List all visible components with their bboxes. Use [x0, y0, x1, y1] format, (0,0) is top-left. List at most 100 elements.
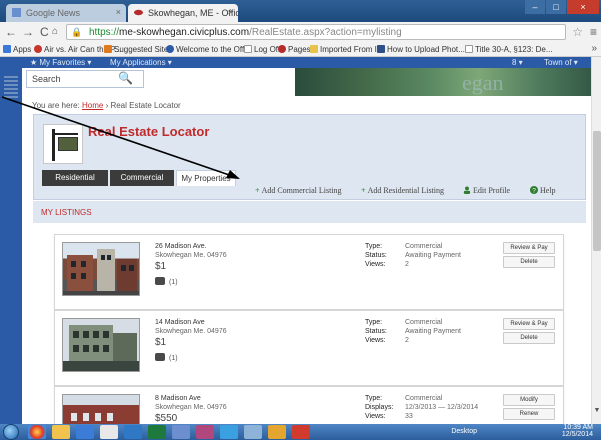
window-taskbar-icon[interactable]	[172, 425, 190, 439]
close-window-icon[interactable]: ×	[567, 0, 599, 14]
civicplus-icon	[134, 9, 143, 16]
close-tab-icon[interactable]: ×	[116, 7, 121, 17]
review-pay-button[interactable]: Review & Pay	[503, 318, 555, 330]
start-button-icon[interactable]	[3, 424, 19, 440]
modify-button[interactable]: Modify	[503, 394, 555, 406]
delete-button[interactable]: Delete	[503, 256, 555, 268]
bookmark-favicon-icon	[34, 45, 42, 53]
photo-count: (1)	[155, 353, 178, 362]
breadcrumb-home-link[interactable]: Home	[82, 101, 103, 110]
reload-icon[interactable]: C	[40, 25, 49, 39]
listing-price: $1	[155, 261, 167, 272]
svg-text:?: ?	[532, 187, 536, 194]
clock[interactable]: 10:39 AM 12/5/2014	[562, 424, 593, 438]
edit-profile-link[interactable]: Edit Profile	[463, 186, 510, 195]
folder-taskbar-icon[interactable]	[100, 425, 118, 439]
plus-icon: +	[255, 186, 260, 195]
app-taskbar-icon[interactable]	[292, 425, 310, 439]
bookmarks-bar: Apps Air vs. Air Can the P... Suggested …	[0, 42, 601, 57]
bookmark-star-icon[interactable]: ☆	[572, 25, 583, 39]
excel-taskbar-icon[interactable]	[148, 425, 166, 439]
app-taskbar-icon[interactable]	[268, 425, 286, 439]
scrollbar-thumb[interactable]	[593, 131, 601, 251]
bookmark-log-off[interactable]: Log Off	[244, 44, 280, 55]
google-news-icon	[12, 8, 21, 17]
listing-card: 14 Madison Ave Skowhegan Me. 04976 $1 (1)…	[54, 310, 564, 386]
my-favorites-menu[interactable]: ★ My Favorites ▾	[30, 58, 91, 67]
bookmark-pages[interactable]: Pages	[278, 44, 311, 55]
tab-commercial[interactable]: Commercial	[110, 170, 174, 186]
tab-title: Skowhegan, ME - Official	[148, 8, 238, 18]
ie-taskbar-icon[interactable]	[220, 425, 238, 439]
word-taskbar-icon[interactable]	[124, 425, 142, 439]
windows-taskbar: Desktop 10:39 AM 12/5/2014	[0, 424, 601, 440]
camera-icon	[155, 277, 165, 285]
apps-grid-icon	[3, 45, 11, 53]
add-residential-listing-link[interactable]: + Add Residential Listing	[361, 186, 444, 195]
back-arrow-icon[interactable]: ←	[5, 25, 17, 39]
minimize-icon[interactable]: –	[525, 0, 545, 14]
page-title: Real Estate Locator	[88, 124, 210, 139]
scroll-down-icon[interactable]: ▼	[593, 407, 601, 419]
url-path: /RealEstate.aspx?action=mylisting	[249, 27, 402, 38]
user-icon	[463, 186, 471, 194]
add-commercial-listing-link[interactable]: + Add Commercial Listing	[255, 186, 342, 195]
chrome-taskbar-icon[interactable]	[28, 425, 46, 439]
listing-photo[interactable]	[62, 318, 140, 372]
url-host: me-skowhegan.civicplus.com	[119, 27, 250, 38]
browser-tab-skowhegan[interactable]: Skowhegan, ME - Official ×	[128, 4, 238, 22]
bookmark-favicon-icon	[104, 45, 112, 53]
network-taskbar-icon[interactable]	[244, 425, 262, 439]
bookmark-title-30a[interactable]: Title 30-A, §123: De...	[465, 44, 553, 55]
renew-button[interactable]: Renew	[503, 408, 555, 420]
outlook-taskbar-icon[interactable]	[76, 425, 94, 439]
browser-tab-google-news[interactable]: Google News ×	[6, 4, 126, 22]
help-link[interactable]: ? Help	[530, 186, 556, 195]
listing-photo[interactable]	[62, 242, 140, 296]
bookmark-suggested-sites[interactable]: Suggested Sites	[104, 44, 172, 55]
more-bookmarks-icon[interactable]: »	[591, 43, 597, 54]
browser-tab-strip: Google News × Skowhegan, ME - Official ×…	[0, 0, 601, 22]
real-estate-sign-icon	[43, 124, 83, 164]
search-placeholder: Search	[32, 74, 61, 84]
lock-icon: 🔒	[71, 27, 83, 37]
tab-title: Google News	[26, 8, 81, 18]
site-search-input[interactable]: Search 🔍	[26, 70, 144, 88]
bookmark-upload-photos[interactable]: How to Upload Phot...	[377, 44, 465, 55]
site-logo-text: egan	[462, 70, 504, 95]
plus-icon: +	[361, 186, 366, 195]
bookmark-apps[interactable]: Apps	[3, 44, 31, 55]
page-scrollbar[interactable]: ▼	[591, 57, 601, 424]
review-pay-button[interactable]: Review & Pay	[503, 242, 555, 254]
bookmark-welcome[interactable]: Welcome to the Offi...	[166, 44, 253, 55]
my-applications-menu[interactable]: My Applications ▾	[110, 58, 172, 67]
search-icon[interactable]: 🔍	[118, 71, 133, 85]
help-icon: ?	[530, 186, 538, 194]
maximize-icon[interactable]: □	[546, 0, 566, 14]
listing-actions: + Add Commercial Listing + Add Residential…	[255, 185, 586, 200]
bookmark-favicon-icon	[278, 45, 286, 53]
page-icon	[244, 45, 252, 53]
window-controls: – □ ×	[524, 0, 599, 16]
bookmark-imported-from-ie[interactable]: Imported From IE	[310, 44, 382, 55]
my-listings-header: MY LISTINGS	[33, 201, 586, 223]
address-bar-row: ← → C ⌂ 🔒 https://me-skowhegan.civicplus…	[0, 22, 601, 42]
notification-menu[interactable]: 8 ▾	[512, 58, 523, 67]
forward-arrow-icon[interactable]: →	[22, 25, 34, 39]
home-icon[interactable]: ⌂	[52, 25, 58, 39]
breadcrumb: You are here: Home › Real Estate Locator	[32, 101, 181, 110]
desktop-toolbar[interactable]: Desktop	[451, 428, 477, 435]
close-tab-icon[interactable]: ×	[228, 7, 233, 17]
tab-my-properties[interactable]: My Properties	[176, 170, 236, 186]
delete-button[interactable]: Delete	[503, 332, 555, 344]
tab-residential[interactable]: Residential	[42, 170, 108, 186]
explorer-taskbar-icon[interactable]	[52, 425, 70, 439]
url-input[interactable]: 🔒 https://me-skowhegan.civicplus.com/Rea…	[66, 24, 566, 40]
photo-count: (1)	[155, 277, 178, 286]
bookmark-favicon-icon	[377, 45, 385, 53]
listing-card: 26 Madison Ave. Skowhegan Me. 04976 $1 (1…	[54, 234, 564, 310]
town-menu[interactable]: Town of ▾	[544, 58, 578, 67]
listing-address: 14 Madison Ave Skowhegan Me. 04976	[155, 319, 227, 335]
paint-taskbar-icon[interactable]	[196, 425, 214, 439]
chrome-menu-icon[interactable]: ≡	[590, 25, 597, 39]
